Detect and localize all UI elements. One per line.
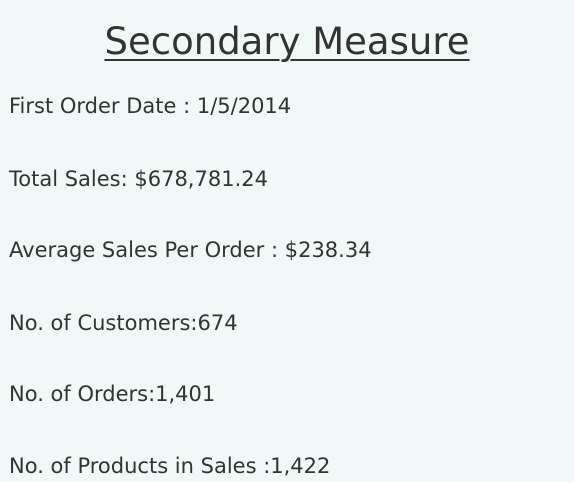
metric-total-sales: Total Sales: $678,781.24: [9, 167, 268, 191]
secondary-measure-panel: Secondary Measure First Order Date : 1/5…: [0, 0, 574, 482]
metric-number-of-products: No. of Products in Sales :1,422: [9, 454, 331, 478]
panel-title: Secondary Measure: [0, 18, 574, 66]
metric-average-sales-per-order: Average Sales Per Order : $238.34: [9, 238, 372, 262]
metric-number-of-customers: No. of Customers:674: [9, 311, 238, 335]
panel-title-text: Secondary Measure: [104, 20, 470, 63]
metric-first-order-date: First Order Date : 1/5/2014: [9, 94, 292, 118]
metric-number-of-orders: No. of Orders:1,401: [9, 382, 216, 406]
